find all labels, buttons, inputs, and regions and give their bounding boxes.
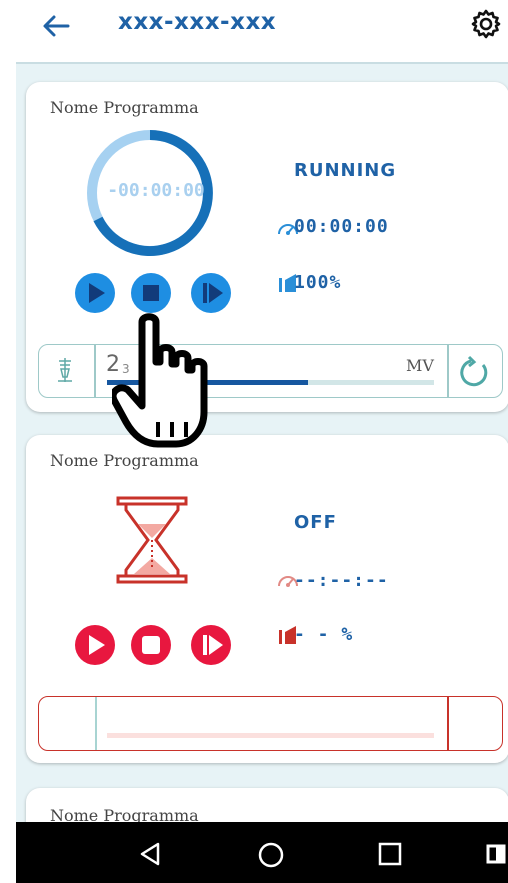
back-arrow-icon[interactable]	[40, 10, 72, 42]
control-bar	[38, 696, 503, 751]
elapsed-time: 00:00:00	[294, 216, 389, 237]
app-bar: xxx-xxx-xxx	[0, 0, 508, 62]
valve-icon[interactable]	[54, 355, 76, 385]
control-divider	[447, 345, 449, 397]
progress-track	[107, 733, 434, 738]
play-button[interactable]	[74, 624, 116, 666]
program-status: RUNNING	[294, 160, 397, 181]
control-divider	[94, 345, 96, 397]
skip-button[interactable]	[190, 272, 232, 314]
countdown-timer: -00:00:00	[107, 180, 205, 201]
play-button[interactable]	[74, 272, 116, 314]
unit-label: MV	[406, 356, 434, 375]
control-divider	[95, 697, 97, 750]
skip-button[interactable]	[190, 624, 232, 666]
pointer-hand-icon	[112, 313, 208, 448]
control-divider	[447, 697, 449, 750]
elapsed-time: --:--:--	[294, 570, 389, 591]
back-triangle-icon[interactable]	[138, 841, 162, 867]
system-nav-bar	[16, 822, 508, 883]
home-circle-icon[interactable]	[257, 841, 285, 869]
device-title: xxx-xxx-xxx	[118, 9, 277, 35]
recents-square-icon[interactable]	[378, 842, 402, 866]
edge-icon[interactable]	[486, 844, 508, 864]
program-status: OFF	[294, 512, 337, 533]
refresh-icon[interactable]	[457, 355, 491, 389]
stop-button[interactable]	[130, 272, 172, 314]
power-percent: 100%	[294, 272, 342, 293]
program-name: Nome Programma	[50, 98, 199, 117]
power-percent: - - %	[294, 624, 354, 645]
stop-button[interactable]	[130, 624, 172, 666]
hourglass-icon	[116, 496, 188, 584]
gear-icon[interactable]	[470, 8, 502, 40]
